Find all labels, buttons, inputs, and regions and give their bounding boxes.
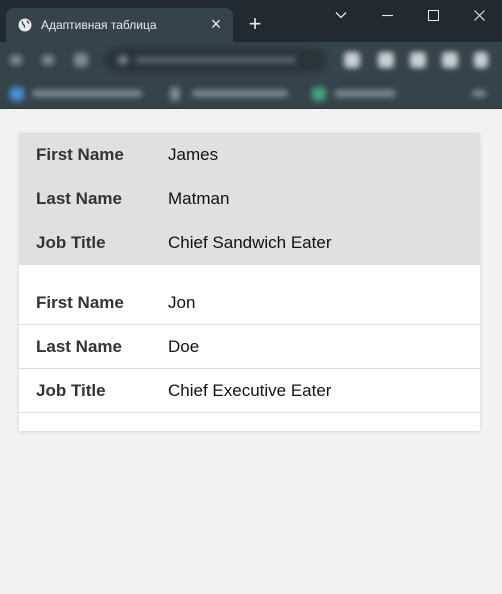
row-header: First Name (36, 292, 124, 312)
table-row: First Name James (19, 133, 480, 177)
row-header: First Name (36, 145, 124, 164)
tab-search-chevron-icon[interactable] (318, 0, 364, 30)
globe-icon (18, 18, 32, 32)
row-value: Matman (168, 189, 230, 208)
bookmarks-bar (0, 78, 502, 109)
profile-avatar[interactable] (442, 52, 458, 68)
table-row: Last Name Doe (19, 325, 480, 369)
menu-icon[interactable] (474, 52, 488, 68)
tab-close-icon[interactable]: × (208, 15, 224, 33)
bookmark-icon[interactable] (170, 87, 180, 101)
tab-title: Адаптивная таблица (41, 18, 157, 32)
close-window-icon[interactable] (456, 0, 502, 30)
extension-icon[interactable] (410, 52, 426, 68)
back-icon[interactable] (10, 55, 22, 65)
bookmark-item[interactable] (334, 90, 396, 97)
table-row: First Name Jon (19, 281, 480, 325)
responsive-table: First Name James Last Name Matman Job Ti… (19, 133, 480, 431)
table-row: Job Title Chief Executive Eater (19, 369, 480, 413)
new-tab-button[interactable]: + (243, 13, 267, 37)
bookmark-icon[interactable] (312, 87, 326, 101)
reload-icon[interactable] (74, 53, 88, 67)
record-group-highlighted: First Name James Last Name Matman Job Ti… (19, 133, 480, 265)
browser-toolbar (0, 42, 502, 78)
table-row: Job Title Chief Sandwich Eater (19, 221, 480, 265)
bookmark-item[interactable] (192, 90, 288, 97)
url-text (136, 57, 296, 63)
extension-icon[interactable] (344, 52, 360, 68)
site-info-icon[interactable] (118, 56, 128, 64)
row-value: James (168, 145, 219, 164)
row-value: Doe (168, 336, 200, 356)
row-value: Chief Sandwich Eater (168, 233, 332, 252)
bookmark-item[interactable] (32, 90, 142, 97)
extension-icon[interactable] (378, 52, 394, 68)
browser-tab-active[interactable]: Адаптивная таблица × (6, 8, 233, 42)
row-header: Job Title (36, 380, 106, 400)
row-header: Last Name (36, 189, 122, 208)
row-header: Last Name (36, 336, 122, 356)
row-header: Job Title (36, 233, 106, 252)
bookmarks-overflow-icon[interactable] (472, 90, 486, 97)
forward-icon[interactable] (42, 55, 54, 65)
row-value: Jon (168, 292, 196, 312)
row-value: Chief Executive Eater (168, 380, 332, 400)
minimize-icon[interactable] (364, 0, 410, 30)
table-row: Last Name Matman (19, 177, 480, 221)
record-group: First Name Jon Last Name Doe Job Title C… (19, 281, 480, 413)
browser-tabstrip: Адаптивная таблица × + (0, 0, 502, 42)
bookmark-icon[interactable] (10, 87, 24, 101)
maximize-icon[interactable] (410, 0, 456, 30)
